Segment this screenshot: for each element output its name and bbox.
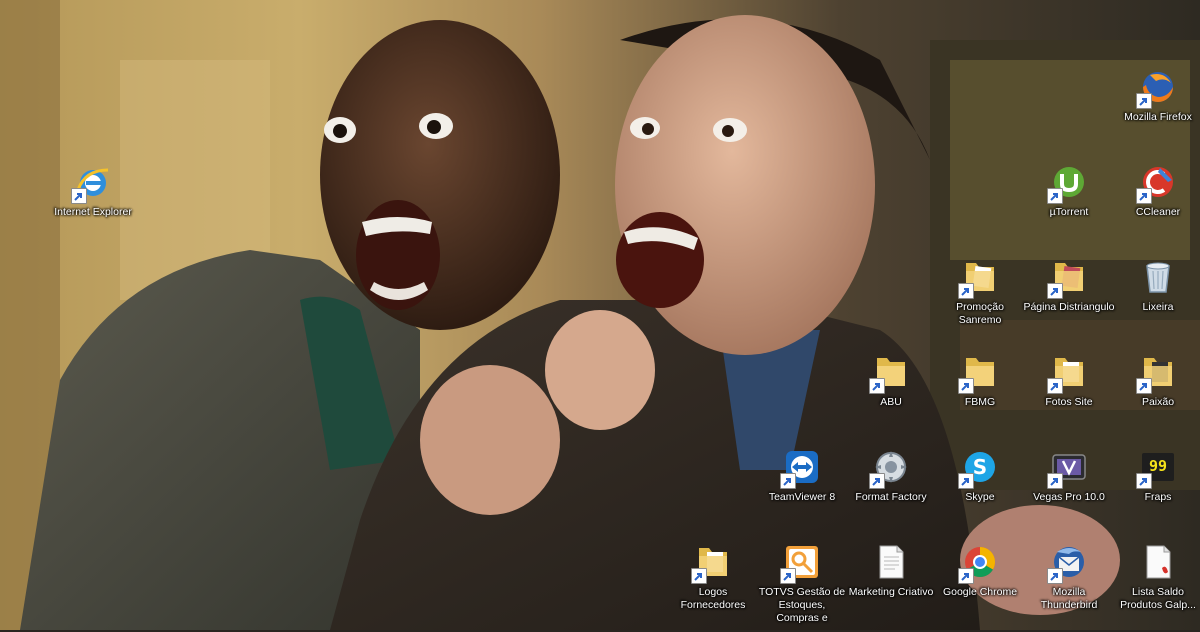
desktop-icon-label: Lista Saldo Produtos Galp... [1120, 586, 1196, 611]
skype-icon: S [958, 447, 1000, 489]
totvs-icon [780, 542, 822, 584]
desktop-icon-label: Mozilla Thunderbird [1040, 586, 1098, 611]
svg-text:S: S [973, 455, 987, 479]
desktop-icon-label: TOTVS Gestão de Estoques, Compras e [758, 586, 846, 624]
ccleaner-icon [1136, 162, 1178, 204]
desktop-icon-label: Fotos Site [1045, 396, 1093, 408]
chrome-icon [958, 542, 1000, 584]
desktop-icon-label: µTorrent [1049, 206, 1089, 218]
desktop-icon-label: ABU [880, 396, 902, 408]
shortcut-arrow-icon [1047, 378, 1063, 394]
shortcut-arrow-icon [71, 188, 87, 204]
desktop-icon-label: Promoção Sanremo [956, 301, 1004, 326]
shortcut-arrow-icon [1047, 473, 1063, 489]
desktop-icon-skype[interactable]: S Skype [934, 445, 1026, 537]
shortcut-arrow-icon [780, 568, 796, 584]
desktop-icon-vegas-pro[interactable]: Vegas Pro 10.0 [1023, 445, 1115, 537]
shortcut-arrow-icon [1047, 568, 1063, 584]
folder-icon [1136, 352, 1178, 394]
pdf-document-icon [1138, 542, 1178, 582]
shortcut-arrow-icon [691, 568, 707, 584]
desktop-icon-fraps[interactable]: 99 Fraps [1112, 445, 1200, 537]
shortcut-arrow-icon [1047, 188, 1063, 204]
desktop-icon-internet-explorer[interactable]: Internet Explorer [47, 160, 139, 252]
folder-icon [958, 352, 1000, 394]
shortcut-arrow-icon [1047, 283, 1063, 299]
shortcut-arrow-icon [1136, 378, 1152, 394]
desktop-icon-promocao-sanremo[interactable]: Promoção Sanremo [934, 255, 1026, 347]
desktop-icon-utorrent[interactable]: µTorrent [1023, 160, 1115, 252]
desktop-icon-totvs[interactable]: TOTVS Gestão de Estoques, Compras e [756, 540, 848, 632]
desktop-icon-paixao[interactable]: Paixão [1112, 350, 1200, 442]
desktop-icon-firefox[interactable]: Mozilla Firefox [1112, 65, 1200, 157]
internet-explorer-icon [71, 162, 113, 204]
desktop-icon-label: CCleaner [1135, 206, 1181, 218]
desktop-icon-abu[interactable]: ABU [845, 350, 937, 442]
desktop-icon-google-chrome[interactable]: Google Chrome [934, 540, 1026, 632]
shortcut-arrow-icon [1136, 93, 1152, 109]
desktop-icon-label: Google Chrome [942, 586, 1018, 598]
thunderbird-icon [1047, 542, 1089, 584]
recycle-bin-icon [1138, 257, 1178, 297]
folder-icon [1047, 257, 1089, 299]
folder-icon [958, 257, 1000, 299]
desktop-icon-label: Página Distriangulo [1023, 301, 1115, 313]
shortcut-arrow-icon [869, 378, 885, 394]
desktop-icon-label: Mozilla Firefox [1124, 111, 1192, 123]
folder-icon [869, 352, 911, 394]
desktop-icon-label: Skype [965, 491, 995, 503]
desktop-icon-logos-fornecedores[interactable]: Logos Fornecedores [667, 540, 759, 632]
folder-icon [1047, 352, 1089, 394]
desktop-icon-label: Logos Fornecedores [680, 586, 746, 611]
desktop-icon-lixeira[interactable]: Lixeira [1112, 255, 1200, 347]
desktop-icon-label: Marketing Criativo [848, 586, 934, 598]
shortcut-arrow-icon [958, 473, 974, 489]
desktop-icon-label: Internet Explorer [54, 206, 132, 218]
desktop-icon-label: FBMG [964, 396, 996, 408]
firefox-icon [1136, 67, 1178, 109]
shortcut-arrow-icon [958, 378, 974, 394]
desktop-icon-fbmg[interactable]: FBMG [934, 350, 1026, 442]
shortcut-arrow-icon [780, 473, 796, 489]
desktop-icon-marketing-criativo[interactable]: Marketing Criativo [845, 540, 937, 632]
shortcut-arrow-icon [1136, 188, 1152, 204]
desktop-icon-thunderbird[interactable]: Mozilla Thunderbird [1023, 540, 1115, 632]
desktop-icon-format-factory[interactable]: Format Factory [845, 445, 937, 537]
desktop-icon-label: Format Factory [855, 491, 927, 503]
desktop-icon-ccleaner[interactable]: CCleaner [1112, 160, 1200, 252]
shortcut-arrow-icon [958, 283, 974, 299]
desktop-icon-label: TeamViewer 8 [768, 491, 836, 503]
desktop-icon-label: Paixão [1141, 396, 1175, 408]
desktop-icon-label: Fraps [1144, 491, 1172, 503]
document-icon [871, 542, 911, 582]
desktop-icon-fotos-site[interactable]: Fotos Site [1023, 350, 1115, 442]
format-factory-icon [869, 447, 911, 489]
vegas-pro-icon [1047, 447, 1089, 489]
desktop-icon-teamviewer[interactable]: TeamViewer 8 [756, 445, 848, 537]
desktop-icon-label: Lixeira [1142, 301, 1174, 313]
desktop-icon-label: Vegas Pro 10.0 [1033, 491, 1105, 503]
fraps-icon: 99 [1136, 447, 1178, 489]
teamviewer-icon [780, 447, 822, 489]
shortcut-arrow-icon [1136, 473, 1152, 489]
folder-icon [691, 542, 733, 584]
shortcut-arrow-icon [869, 473, 885, 489]
utorrent-icon [1047, 162, 1089, 204]
desktop-icon-pagina-distriangulo[interactable]: Página Distriangulo [1023, 255, 1115, 347]
desktop-icon-lista-saldo[interactable]: Lista Saldo Produtos Galp... [1112, 540, 1200, 632]
shortcut-arrow-icon [958, 568, 974, 584]
